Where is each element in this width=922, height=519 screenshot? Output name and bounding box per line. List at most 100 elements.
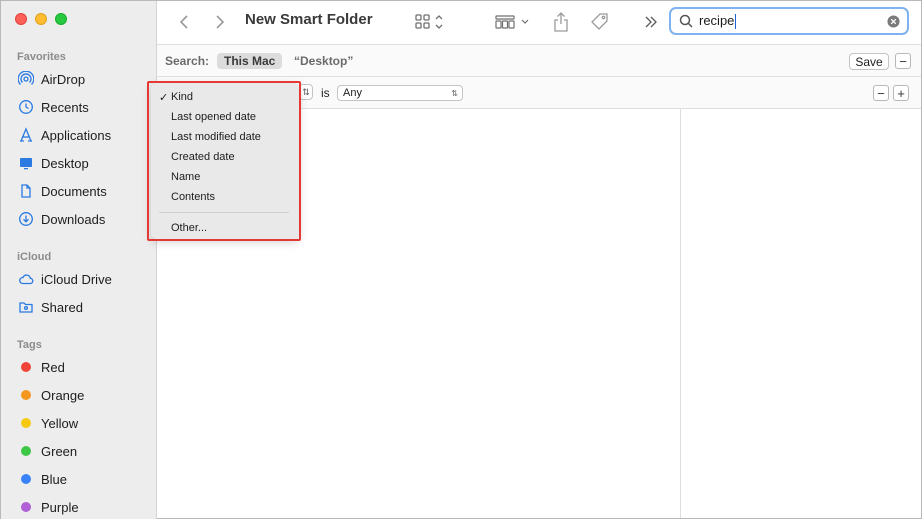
sidebar-item-label: Downloads [41, 211, 106, 227]
criteria-operator-label: is [321, 86, 330, 100]
share-button[interactable] [551, 11, 571, 33]
column-divider[interactable] [680, 109, 681, 518]
criteria-value-select[interactable]: Any ⇅ [337, 85, 463, 101]
menu-item-last-modified-date[interactable]: Last modified date [151, 127, 299, 147]
menu-item-label: Last modified date [171, 131, 261, 143]
cloud-icon [17, 270, 35, 288]
sidebar-item-recents[interactable]: Recents [17, 97, 89, 117]
sidebar-item-label: Yellow [41, 415, 79, 431]
share-icon [554, 12, 568, 32]
sidebar-section-tags: Tags [17, 339, 42, 351]
sidebar-item-label: Orange [41, 387, 85, 403]
tags-button[interactable] [589, 11, 611, 33]
sidebar-item-label: Purple [41, 499, 79, 515]
group-by-button[interactable] [495, 11, 533, 33]
desktop-icon [17, 154, 35, 172]
close-window-button[interactable] [15, 13, 27, 25]
sidebar-tag-purple[interactable]: Purple [17, 497, 79, 517]
tag-color-dot [21, 502, 31, 512]
sidebar-item-airdrop[interactable]: AirDrop [17, 69, 85, 89]
checkmark-icon: ✓ [159, 91, 169, 104]
sidebar-item-label: Documents [41, 183, 107, 199]
chevron-left-icon [179, 15, 188, 29]
tag-color-dot [21, 418, 31, 428]
menu-separator [159, 212, 289, 213]
menu-item-label: Other... [171, 222, 208, 234]
search-field[interactable]: recipe [669, 7, 909, 35]
sidebar-item-label: Desktop [41, 155, 89, 171]
sidebar-item-label: Red [41, 359, 65, 375]
airdrop-icon [17, 70, 35, 88]
sidebar-item-label: Recents [41, 99, 89, 115]
menu-item-kind[interactable]: ✓ Kind [151, 87, 299, 107]
grid-view-icon [415, 14, 443, 29]
text-caret [735, 14, 737, 30]
menu-item-contents[interactable]: Contents [151, 187, 299, 207]
window-title: New Smart Folder [245, 11, 373, 28]
menu-item-created-date[interactable]: Created date [151, 147, 299, 167]
scope-label: Search: [165, 54, 210, 68]
sidebar-section-favorites: Favorites [17, 51, 66, 63]
remove-scope-button[interactable]: − [895, 53, 911, 69]
up-down-chevron-icon: ⇅ [451, 88, 458, 98]
sidebar-item-label: Blue [41, 471, 68, 487]
scope-desktop-button[interactable]: “Desktop” [294, 54, 353, 68]
sidebar-item-label: Green [41, 443, 78, 459]
back-button[interactable] [175, 11, 193, 33]
chevron-right-icon [216, 15, 225, 29]
sidebar-tag-green[interactable]: Green [17, 441, 77, 461]
attribute-popup-button[interactable]: ⇅ [299, 84, 313, 100]
clock-icon [17, 98, 35, 116]
menu-item-label: Created date [171, 151, 235, 163]
save-search-button[interactable]: Save [849, 53, 889, 70]
sidebar-section-icloud: iCloud [17, 251, 52, 263]
finder-window: Favorites AirDrop Recents Applications D… [0, 0, 922, 519]
menu-item-label: Kind [171, 91, 194, 103]
more-toolbar-button[interactable] [643, 11, 659, 33]
sidebar: Favorites AirDrop Recents Applications D… [1, 1, 157, 519]
clear-search-button[interactable] [887, 14, 900, 28]
tag-icon [591, 13, 608, 30]
sidebar-item-icloud-drive[interactable]: iCloud Drive [17, 269, 112, 289]
shared-folder-icon [17, 298, 35, 316]
tag-color-dot [21, 446, 31, 456]
view-mode-button[interactable] [413, 11, 449, 33]
clear-circle-icon [887, 14, 900, 28]
sidebar-item-desktop[interactable]: Desktop [17, 153, 89, 173]
tag-color-dot [21, 390, 31, 400]
search-icon [679, 14, 693, 28]
criteria-value-label: Any [343, 87, 362, 99]
minimize-window-button[interactable] [35, 13, 47, 25]
sidebar-item-label: Shared [41, 299, 83, 315]
sidebar-tag-yellow[interactable]: Yellow [17, 413, 78, 433]
menu-item-last-opened-date[interactable]: Last opened date [151, 107, 299, 127]
remove-criteria-button[interactable]: − [873, 85, 889, 101]
toolbar: New Smart Folder recipe [157, 1, 921, 45]
sidebar-item-downloads[interactable]: Downloads [17, 209, 105, 229]
menu-item-label: Contents [171, 191, 216, 203]
search-input[interactable]: recipe [699, 13, 734, 28]
scope-this-mac-button[interactable]: This Mac [217, 53, 283, 69]
sidebar-item-label: AirDrop [41, 71, 86, 87]
menu-item-other[interactable]: Other... [151, 218, 299, 238]
download-icon [17, 210, 35, 228]
sidebar-tag-red[interactable]: Red [17, 357, 65, 377]
sidebar-item-documents[interactable]: Documents [17, 181, 107, 201]
sidebar-tag-blue[interactable]: Blue [17, 469, 67, 489]
forward-button[interactable] [211, 11, 229, 33]
up-down-chevron-icon: ⇅ [302, 86, 310, 97]
sidebar-item-shared[interactable]: Shared [17, 297, 83, 317]
tag-color-dot [21, 362, 31, 372]
document-icon [17, 182, 35, 200]
tag-color-dot [21, 474, 31, 484]
search-scope-bar: Search: This Mac “Desktop” Save − [157, 45, 921, 77]
zoom-window-button[interactable] [55, 13, 67, 25]
sidebar-item-label: Applications [41, 127, 112, 143]
menu-item-name[interactable]: Name [151, 167, 299, 187]
sidebar-tag-orange[interactable]: Orange [17, 385, 84, 405]
sidebar-item-applications[interactable]: Applications [17, 125, 111, 145]
add-criteria-button[interactable]: + [893, 85, 909, 101]
chevron-double-right-icon [645, 16, 657, 28]
menu-item-label: Last opened date [171, 111, 257, 123]
traffic-lights [15, 13, 67, 25]
